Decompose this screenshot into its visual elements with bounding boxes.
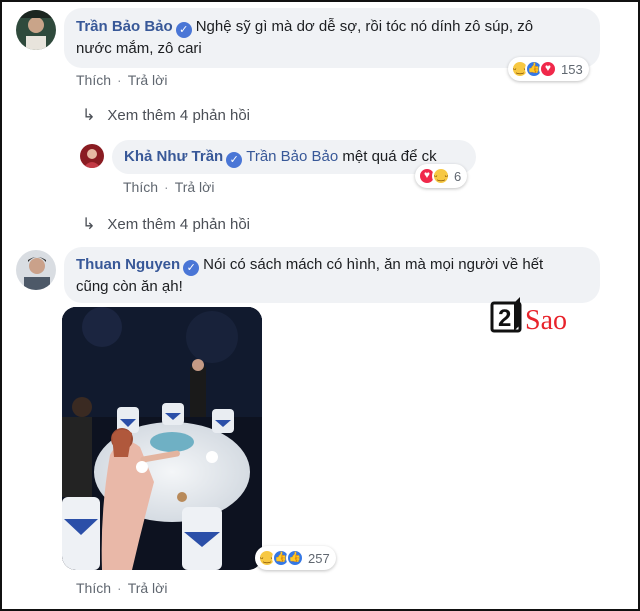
verified-icon: ✓ [183, 260, 200, 276]
verified-icon: ✓ [226, 152, 243, 168]
reply-link[interactable]: Trả lời [128, 72, 168, 88]
reply-link[interactable]: Trả lời [175, 179, 215, 195]
reactions-summary[interactable]: ᵕ‿ᵕ 👍 👍 257 [255, 546, 336, 570]
separator: · [117, 72, 122, 88]
reaction-count: 257 [308, 550, 330, 566]
reply-author[interactable]: Khả Như Trần [124, 148, 223, 165]
reaction-count: 153 [561, 61, 583, 77]
reply-arrow-icon: ↳ [82, 216, 96, 233]
view-more-replies[interactable]: ↳ Xem thêm 4 phản hồi [82, 105, 250, 125]
logo-word: Sao [525, 305, 567, 336]
like-link[interactable]: Thích [76, 580, 111, 596]
like-link[interactable]: Thích [123, 179, 158, 195]
reactions-summary[interactable]: ♥ ᵕ‿ᵕ 6 [415, 164, 468, 188]
2sao-logo: 2 Sao [489, 291, 589, 337]
reaction-count: 6 [454, 168, 462, 184]
comment-actions: Thích · Trả lời [76, 72, 167, 88]
avatar[interactable] [16, 250, 56, 290]
comment-photo[interactable] [62, 307, 262, 570]
view-more-replies[interactable]: ↳ Xem thêm 4 phản hồi [82, 214, 250, 234]
separator: · [164, 179, 169, 195]
avatar[interactable] [80, 144, 104, 168]
comment-actions: Thích · Trả lời [76, 580, 167, 596]
comment-text-line1: Nghệ sỹ gì mà dơ dễ sợ, rồi tóc nó dính … [195, 18, 534, 35]
logo-digit: 2 [498, 305, 511, 332]
separator: · [117, 580, 122, 596]
view-more-label: Xem thêm 4 phản hồi [107, 216, 250, 233]
comment-text-line2: nước mắm, zô cari [76, 40, 202, 57]
like-icon: 👍 [286, 549, 304, 567]
haha-icon: ᵕ‿ᵕ [432, 167, 450, 185]
view-more-label: Xem thêm 4 phản hồi [107, 107, 250, 124]
reply-text: mệt quá để ck [342, 148, 437, 165]
reply-actions: Thích · Trả lời [123, 179, 214, 195]
avatar[interactable] [16, 10, 56, 50]
like-link[interactable]: Thích [76, 72, 111, 88]
verified-icon: ✓ [175, 22, 192, 38]
love-icon: ♥ [539, 60, 557, 78]
reply-mention[interactable]: Trần Bảo Bảo [246, 148, 338, 165]
comment-text-line2: cũng còn ăn ạh! [76, 278, 183, 295]
comment-author[interactable]: Thuan Nguyen [76, 256, 180, 273]
reactions-summary[interactable]: ᵕ‿ᵕ 👍 ♥ 153 [508, 57, 589, 81]
reply-arrow-icon: ↳ [82, 107, 96, 124]
reply-link[interactable]: Trả lời [128, 580, 168, 596]
comment-text-line1: Nói có sách mách có hình, ăn mà mọi ngườ… [203, 256, 544, 273]
comment-author[interactable]: Trần Bảo Bảo [76, 18, 173, 35]
